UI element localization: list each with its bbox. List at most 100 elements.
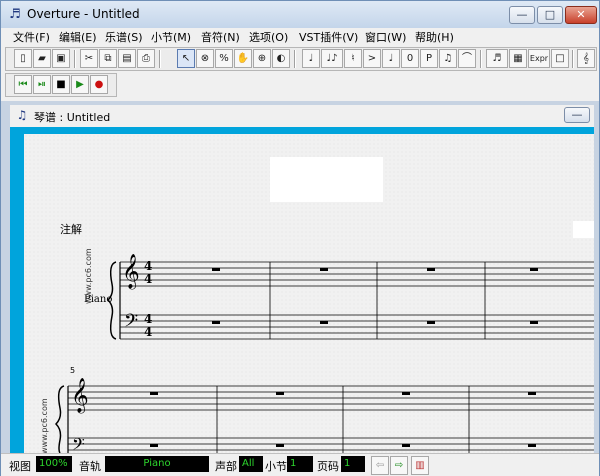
track-label: 音轨	[79, 460, 101, 473]
natural-icon[interactable]: ♮	[344, 49, 362, 68]
maximize-button[interactable]: □	[537, 6, 563, 24]
minimize-button[interactable]: —	[509, 6, 535, 24]
voice-select[interactable]: All	[239, 456, 263, 472]
window-title: Overture - Untitled	[27, 7, 140, 21]
transport-toolbar: ⏮ ⏯ ■ ▶ ●	[5, 73, 117, 97]
zoom-tool-icon[interactable]: ⊕	[253, 49, 271, 68]
cut-icon[interactable]: ✂	[80, 49, 98, 68]
treble-clef-icon: 𝄞	[122, 254, 140, 289]
voice-label: 声部	[215, 460, 237, 473]
watermark-text: www.pc6.com	[84, 248, 93, 304]
quarter-note-icon[interactable]: ♩	[302, 49, 320, 68]
toolbar-separator	[294, 50, 296, 68]
document-title: 琴谱 : Untitled	[34, 111, 111, 124]
open-icon[interactable]: ▰	[33, 49, 51, 68]
menu-bar: 文件(F) 编辑(E) 乐谱(S) 小节(M) 音符(N) 选项(O) VST插…	[3, 28, 597, 46]
whole-rest	[320, 321, 328, 324]
page-input[interactable]: 1	[341, 456, 365, 472]
prev-page-icon[interactable]: ⇦	[371, 456, 389, 475]
whole-rest	[528, 444, 536, 447]
title-text-box	[270, 157, 383, 202]
system-2	[67, 385, 594, 453]
menu-help[interactable]: 帮助(H)	[415, 29, 454, 45]
grid-icon[interactable]: ▦	[509, 49, 527, 68]
menu-edit[interactable]: 编辑(E)	[59, 29, 97, 45]
menu-options[interactable]: 选项(O)	[249, 29, 288, 45]
score-document-window: ♫ 琴谱 : Untitled — 注解 Piano 𝄞 𝄢 4 4 4 4 5…	[10, 105, 594, 453]
menu-score[interactable]: 乐谱(S)	[105, 29, 143, 45]
note-icon[interactable]: ♩	[382, 49, 400, 68]
save-icon[interactable]: ▣	[52, 49, 70, 68]
beam-group-icon[interactable]: ♬	[486, 49, 508, 68]
bass-time-signature-bottom: 4	[144, 325, 153, 339]
whole-rest	[402, 444, 410, 447]
main-toolbar: ▯ ▰ ▣ ✂ ⧉ ▤ ⎙ ↖ ⊗ % ✋ ⊕ ◐ ♩ ♩♪ ♮ > ♩ 0 P…	[5, 47, 597, 71]
percent-tool-icon[interactable]: %	[215, 49, 233, 68]
hand-tool-icon[interactable]: ✋	[234, 49, 252, 68]
play-icon[interactable]: ▶	[71, 75, 89, 94]
system-1	[119, 261, 594, 340]
beam-note-icon[interactable]: ♫	[439, 49, 457, 68]
whole-rest	[212, 321, 220, 324]
document-minimize-button[interactable]: —	[564, 107, 590, 123]
toolbar-separator	[74, 50, 76, 68]
slur-icon[interactable]: ⌒	[458, 49, 476, 68]
next-page-icon[interactable]: ⇨	[390, 456, 408, 475]
bass-clef-icon: 𝄢	[124, 311, 139, 336]
view-zoom-select[interactable]: 100%	[36, 456, 72, 472]
new-icon[interactable]: ▯	[14, 49, 32, 68]
whole-rest	[528, 392, 536, 395]
whole-rest	[150, 444, 158, 447]
whole-rest	[276, 392, 284, 395]
annotation-label[interactable]: 注解	[60, 221, 82, 237]
time-signature-top: 4	[144, 259, 153, 273]
erase-tool-icon[interactable]: ⊗	[196, 49, 214, 68]
whole-rest	[150, 392, 158, 395]
stop-icon[interactable]: ■	[52, 75, 70, 94]
score-page[interactable]: 注解 Piano 𝄞 𝄢 4 4 4 4 5 𝄞 𝄢 www.pc6.com w…	[24, 134, 594, 453]
whole-rest	[402, 392, 410, 395]
clef-icon[interactable]: 𝄞	[577, 49, 595, 68]
view-label: 视图	[9, 460, 31, 473]
toolbar-separator	[159, 50, 161, 68]
bass-clef-icon-2: 𝄢	[72, 434, 85, 453]
whole-rest	[320, 268, 328, 271]
menu-file[interactable]: 文件(F)	[13, 29, 50, 45]
whole-rest	[427, 321, 435, 324]
record-icon[interactable]: ●	[90, 75, 108, 94]
tied-note-icon[interactable]: ♩♪	[321, 49, 343, 68]
play-from-icon[interactable]: ⏯	[33, 75, 51, 94]
title-bar[interactable]: ♬ Overture - Untitled — □ ✕	[1, 1, 599, 28]
menu-measure[interactable]: 小节(M)	[151, 29, 191, 45]
expression-button[interactable]: Expr	[528, 49, 550, 68]
app-window: ♬ Overture - Untitled — □ ✕ 文件(F) 编辑(E) …	[0, 0, 600, 476]
bass-time-signature-top: 4	[144, 312, 153, 326]
menu-vst[interactable]: VST插件(V)	[299, 29, 358, 45]
time-signature-bottom: 4	[144, 272, 153, 286]
whole-rest	[530, 321, 538, 324]
print-icon[interactable]: ⎙	[137, 49, 155, 68]
whole-rest	[427, 268, 435, 271]
close-button[interactable]: ✕	[565, 6, 597, 24]
speaker-tool-icon[interactable]: ◐	[272, 49, 290, 68]
overture-logo-icon: ♬	[9, 7, 21, 22]
watermark-text-2: www.pc6.com	[40, 398, 49, 453]
menu-note[interactable]: 音符(N)	[201, 29, 240, 45]
menu-window[interactable]: 窗口(W)	[365, 29, 406, 45]
track-select[interactable]: Piano	[105, 456, 209, 472]
dynamic-p-icon[interactable]: P	[420, 49, 438, 68]
whole-rest	[530, 268, 538, 271]
copy-icon[interactable]: ⧉	[99, 49, 117, 68]
measure-input[interactable]: 1	[287, 456, 313, 472]
rectangle-icon[interactable]: □	[551, 49, 569, 68]
toolbar-separator	[572, 50, 574, 68]
keyboard-icon[interactable]: ▥	[411, 456, 429, 475]
paste-icon[interactable]: ▤	[118, 49, 136, 68]
treble-clef-icon-2: 𝄞	[71, 378, 89, 413]
accent-icon[interactable]: >	[363, 49, 381, 68]
rewind-start-icon[interactable]: ⏮	[14, 75, 32, 94]
arrow-tool-icon[interactable]: ↖	[177, 49, 195, 68]
brace-2	[54, 385, 65, 453]
finger-zero-icon[interactable]: 0	[401, 49, 419, 68]
document-title-bar[interactable]: ♫ 琴谱 : Untitled —	[10, 105, 594, 127]
